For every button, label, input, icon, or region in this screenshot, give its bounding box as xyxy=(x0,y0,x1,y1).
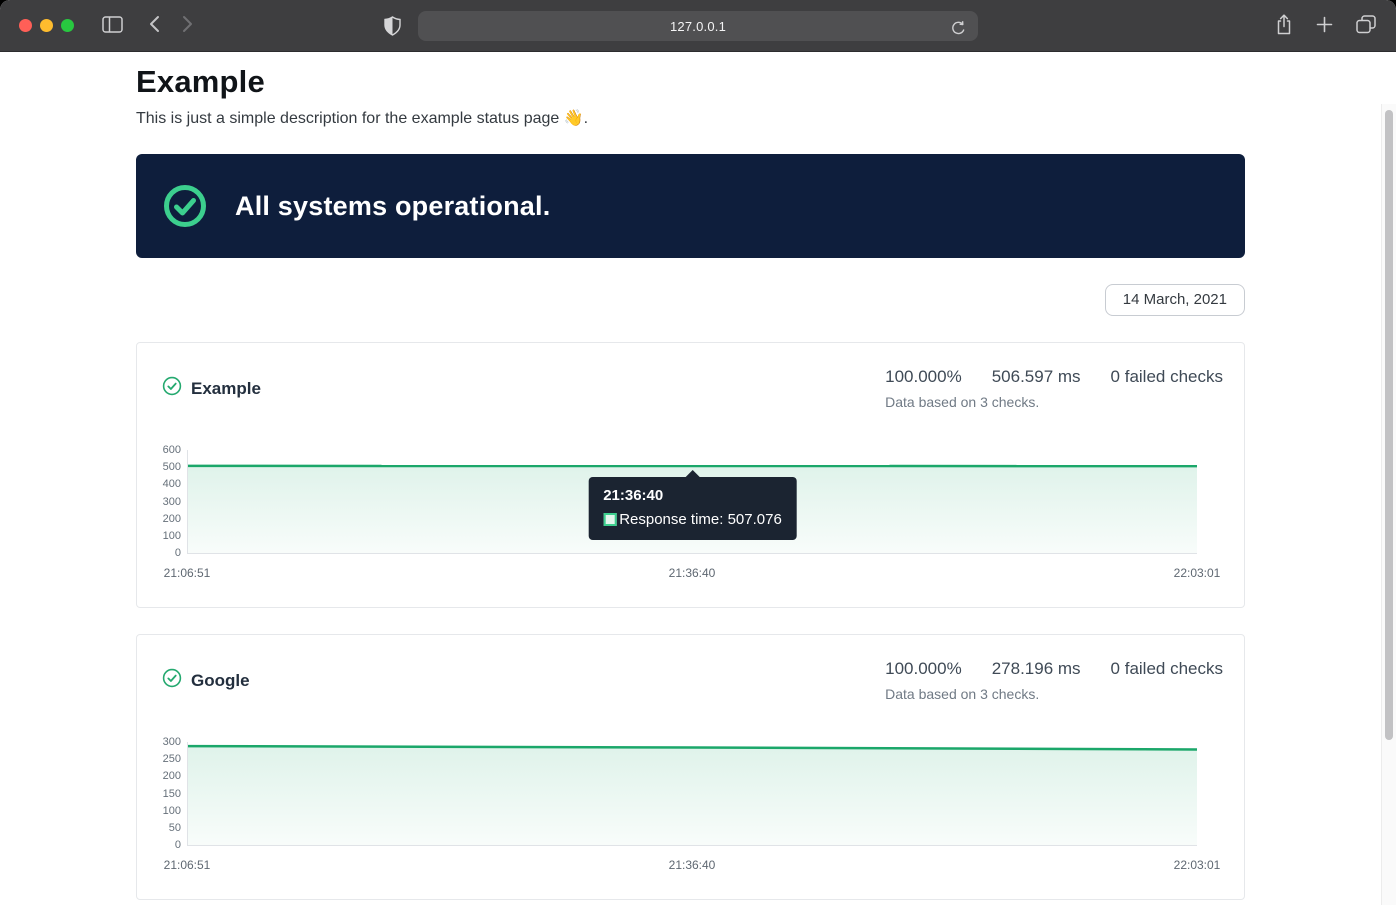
y-axis: 6005004003002001000 xyxy=(137,450,187,554)
chart-plot-area[interactable] xyxy=(187,742,1197,846)
x-axis-tick-label: 22:03:01 xyxy=(1174,566,1221,580)
sidebar-icon xyxy=(102,16,123,36)
y-axis-tick-label: 150 xyxy=(163,788,181,800)
y-axis-tick-label: 0 xyxy=(175,839,181,851)
new-tab-button[interactable] xyxy=(1312,12,1337,40)
uptime-percentage: 100.000% xyxy=(885,367,962,387)
status-page: Example This is just a simple descriptio… xyxy=(0,52,1396,905)
x-axis: 21:06:5121:36:4022:03:01 xyxy=(187,858,1197,873)
y-axis-tick-label: 400 xyxy=(163,478,181,490)
y-axis-tick-label: 200 xyxy=(163,770,181,782)
failed-checks-count: 0 failed checks xyxy=(1111,659,1223,679)
y-axis-tick-label: 300 xyxy=(163,736,181,748)
chevron-left-icon xyxy=(149,15,160,36)
chart-tooltip: 21:36:40 Response time: 507.076 xyxy=(588,477,797,540)
y-axis-tick-label: 600 xyxy=(163,444,181,456)
checks-basis-note: Data based on 3 checks. xyxy=(885,686,1223,702)
average-response-time: 278.196 ms xyxy=(992,659,1081,679)
tabs-overview-icon xyxy=(1356,15,1376,37)
x-axis: 21:06:5121:36:4022:03:01 xyxy=(187,566,1197,581)
date-picker-button[interactable]: 14 March, 2021 xyxy=(1105,284,1245,316)
response-time-chart[interactable]: 300250200150100500 21:06:5121:36:4022:03… xyxy=(137,702,1244,899)
chart-line xyxy=(188,742,1197,845)
monitor-name: Example xyxy=(191,379,261,399)
tab-overview-button[interactable] xyxy=(1352,11,1380,41)
y-axis-tick-label: 50 xyxy=(169,822,181,834)
forward-button[interactable] xyxy=(178,11,197,40)
back-button[interactable] xyxy=(145,11,164,40)
x-axis-tick-label: 21:36:40 xyxy=(669,566,716,580)
address-bar[interactable]: 127.0.0.1 xyxy=(418,11,978,41)
reload-icon xyxy=(951,20,966,39)
chart-plot-area[interactable]: 21:36:40 Response time: 507.076 xyxy=(187,450,1197,554)
scrollbar-thumb[interactable] xyxy=(1385,110,1393,740)
x-axis-tick-label: 21:36:40 xyxy=(669,858,716,872)
plus-icon xyxy=(1316,16,1333,36)
y-axis-tick-label: 100 xyxy=(163,805,181,817)
window-controls xyxy=(19,19,74,32)
url-text: 127.0.0.1 xyxy=(670,19,726,34)
share-button[interactable] xyxy=(1271,10,1297,42)
sidebar-toggle-button[interactable] xyxy=(98,12,127,40)
checks-basis-note: Data based on 3 checks. xyxy=(885,394,1223,410)
reload-button[interactable] xyxy=(947,16,970,43)
status-banner-text: All systems operational. xyxy=(235,191,550,222)
series-swatch-icon xyxy=(603,513,616,526)
browser-toolbar: 127.0.0.1 xyxy=(0,0,1396,52)
response-time-chart[interactable]: 600 500 400 300 200 100 0 21:36:40 Response ti… xyxy=(137,410,1244,607)
tooltip-time: 21:36:40 xyxy=(603,487,782,504)
check-circle-icon xyxy=(162,183,208,229)
monitor-name: Google xyxy=(191,671,250,691)
tooltip-caret xyxy=(684,470,700,478)
chevron-right-icon xyxy=(182,15,193,36)
y-axis: 300250200150100500 xyxy=(137,742,187,846)
tooltip-value: Response time: 507.076 xyxy=(619,511,782,528)
y-axis-tick-label: 250 xyxy=(163,753,181,765)
x-axis-tick-label: 21:06:51 xyxy=(164,566,211,580)
x-axis-tick-label: 21:06:51 xyxy=(164,858,211,872)
monitor-card-google: Google 100.000% 278.196 ms 0 failed chec… xyxy=(136,634,1245,900)
y-axis-tick-label: 500 xyxy=(163,461,181,473)
y-axis-tick-label: 300 xyxy=(163,496,181,508)
share-icon xyxy=(1275,14,1293,38)
status-banner: All systems operational. xyxy=(136,154,1245,258)
monitor-status-check-icon xyxy=(162,376,182,401)
close-window-button[interactable] xyxy=(19,19,32,32)
y-axis-tick-label: 0 xyxy=(175,547,181,559)
zoom-window-button[interactable] xyxy=(61,19,74,32)
minimize-window-button[interactable] xyxy=(40,19,53,32)
uptime-percentage: 100.000% xyxy=(885,659,962,679)
page-title: Example xyxy=(136,64,1245,100)
average-response-time: 506.597 ms xyxy=(992,367,1081,387)
y-axis-tick-label: 100 xyxy=(163,530,181,542)
page-scrollbar[interactable] xyxy=(1381,104,1396,905)
toolbar-right-actions xyxy=(1271,0,1380,52)
y-axis-tick-label: 200 xyxy=(163,513,181,525)
privacy-shield-icon[interactable] xyxy=(384,16,401,41)
x-axis-tick-label: 22:03:01 xyxy=(1174,858,1221,872)
monitor-card-example: Example 100.000% 506.597 ms 0 failed che… xyxy=(136,342,1245,608)
failed-checks-count: 0 failed checks xyxy=(1111,367,1223,387)
browser-window: 127.0.0.1 xyxy=(0,0,1396,905)
monitor-status-check-icon xyxy=(162,668,182,693)
page-description: This is just a simple description for th… xyxy=(136,108,1245,128)
